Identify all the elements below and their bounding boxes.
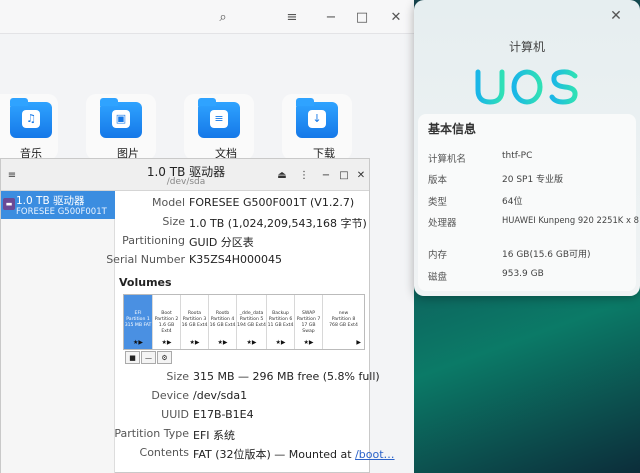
partition-text: Roota Partition 3 16 GB Ext4 [181, 311, 208, 328]
volume-toolbar: ■ — ⚙ [125, 351, 173, 364]
info-value: 20 SP1 专业版 [502, 175, 564, 185]
partition-block[interactable]: SWAP Partition 7 17 GB Swap ★▶ [295, 295, 323, 349]
more-options-icon[interactable]: ⋮ [297, 168, 311, 182]
volume-value: E17B-B1E4 [193, 408, 254, 421]
basic-info-card: 基本信息 计算机名 thtf-PC 版本 20 SP1 专业版 类型 64位 处… [418, 114, 639, 291]
property-value: GUID 分区表 [189, 236, 254, 249]
volume-key: Size [166, 370, 189, 383]
about-title: 计算机 [508, 40, 545, 54]
info-key: 处理器 [428, 218, 457, 229]
info-value: 953.9 GB [502, 269, 544, 279]
volume-key: Device [151, 389, 189, 402]
volumes-heading: Volumes [119, 276, 172, 289]
close-icon[interactable]: ✕ [387, 8, 405, 26]
property-key: Size [162, 215, 185, 228]
partition-status-icons: ★▶ [133, 339, 143, 346]
partition-block[interactable]: Boot Partition 2 1.6 GB Ext4 ★▶ [153, 295, 181, 349]
music-icon: ♫ [10, 98, 52, 138]
property-value: 1.0 TB (1,024,209,543,168 字节) [189, 217, 367, 230]
property-value: K35ZS4H000045 [189, 253, 282, 266]
picture-icon: ▣ [100, 98, 142, 138]
eject-icon[interactable]: ⏏ [275, 168, 289, 182]
partition-text: Rootb Partition 4 16 GB Ext4 [209, 311, 236, 328]
stop-icon[interactable]: ■ [125, 351, 140, 364]
document-icon: ≡ [198, 98, 240, 138]
partition-block[interactable]: Backup Partition 6 11 GB Ext4 ★▶ [267, 295, 295, 349]
info-value: 64位 [502, 197, 523, 207]
partition-text: new Partition 8 768 GB Ext4 [329, 311, 358, 328]
partition-status-icons: ★▶ [217, 339, 228, 346]
partition-text: SWAP Partition 7 17 GB Swap [296, 311, 321, 334]
download-icon: ↓ [296, 98, 338, 138]
volume-key: Partition Type [114, 427, 189, 440]
partition-text: Backup Partition 6 11 GB Ext4 [267, 311, 294, 328]
remove-partition-icon[interactable]: — [141, 351, 156, 364]
maximize-icon[interactable]: □ [353, 8, 371, 26]
property-key: Serial Number [106, 253, 185, 266]
section-heading: 基本信息 [428, 122, 477, 136]
volume-value: EFI 系统 [193, 429, 236, 442]
mount-point-link[interactable]: /boot… [355, 448, 394, 461]
info-value: HUAWEI Kunpeng 920 2251K x 8 [502, 215, 639, 225]
info-key: 内存 [428, 250, 448, 261]
property-key: Model [151, 196, 185, 209]
partition-block[interactable]: _dde_data Partition 5 194 GB Ext4 ★▶ [237, 295, 267, 349]
minimize-icon[interactable]: − [319, 168, 333, 182]
settings-icon[interactable]: ⚙ [157, 351, 172, 364]
partition-status-icons: ★▶ [246, 339, 257, 346]
info-value: 16 GB(15.6 GB可用) [502, 250, 591, 260]
volume-key: UUID [161, 408, 189, 421]
info-value: thtf-PC [502, 151, 533, 161]
uos-logo [475, 69, 578, 105]
info-key: 版本 [428, 175, 448, 186]
partition-status-icons: ★▶ [303, 339, 314, 346]
partition-block[interactable]: Roota Partition 3 16 GB Ext4 ★▶ [181, 295, 209, 349]
about-computer-window: ✕ 计算机 基本信息 计算机名 thtf-PC 版本 20 SP1 专业版 类型… [414, 0, 640, 296]
window-subtitle: /dev/sda [166, 177, 206, 187]
partition-map: EFI Partition 1 315 MB FAT ★▶ Boot Partitio… [123, 294, 365, 350]
info-key: 类型 [428, 197, 448, 208]
partition-block[interactable]: EFI Partition 1 315 MB FAT ★▶ [124, 295, 153, 349]
partition-block[interactable]: Rootb Partition 4 16 GB Ext4 ★▶ [209, 295, 237, 349]
partition-status-icons: ★▶ [189, 339, 200, 346]
partition-status-icons: ★▶ [161, 339, 172, 346]
menu-icon[interactable]: ≡ [5, 168, 19, 182]
volume-value: /dev/sda1 [193, 389, 248, 402]
close-icon[interactable]: ✕ [354, 168, 368, 182]
partition-status-icons: ★▶ [275, 339, 286, 346]
maximize-icon[interactable]: □ [337, 168, 351, 182]
info-key: 磁盘 [428, 272, 448, 283]
volume-value: FAT (32位版本) — Mounted at /boot… [193, 448, 395, 461]
info-key: 计算机名 [428, 154, 467, 165]
search-icon[interactable]: ⌕ [214, 8, 232, 26]
partition-block[interactable]: new Partition 8 768 GB Ext4 ▶ [323, 295, 364, 349]
property-value: FORESEE G500F001T (V1.2.7) [189, 196, 355, 209]
partition-status-icons: ▶ [356, 339, 361, 346]
volume-key: Contents [139, 446, 189, 459]
volume-value: 315 MB — 296 MB free (5.8% full) [193, 370, 380, 383]
file-manager-titlebar: ⌕ ≡ − □ ✕ [0, 0, 414, 34]
partition-text: Boot Partition 2 1.6 GB Ext4 [154, 311, 179, 334]
minimize-icon[interactable]: − [322, 8, 340, 26]
menu-icon[interactable]: ≡ [283, 8, 301, 26]
partition-text: EFI Partition 1 315 MB FAT [124, 311, 152, 328]
close-icon[interactable]: ✕ [606, 6, 626, 26]
partition-text: _dde_data Partition 5 194 GB Ext4 [237, 311, 266, 328]
property-key: Partitioning [122, 234, 185, 247]
disks-titlebar: ≡ 1.0 TB 驱动器 /dev/sda ⏏ ⋮ − □ ✕ [1, 159, 369, 191]
disks-window: ≡ 1.0 TB 驱动器 /dev/sda ⏏ ⋮ − □ ✕ ▬ 1.0 TB… [0, 158, 395, 473]
